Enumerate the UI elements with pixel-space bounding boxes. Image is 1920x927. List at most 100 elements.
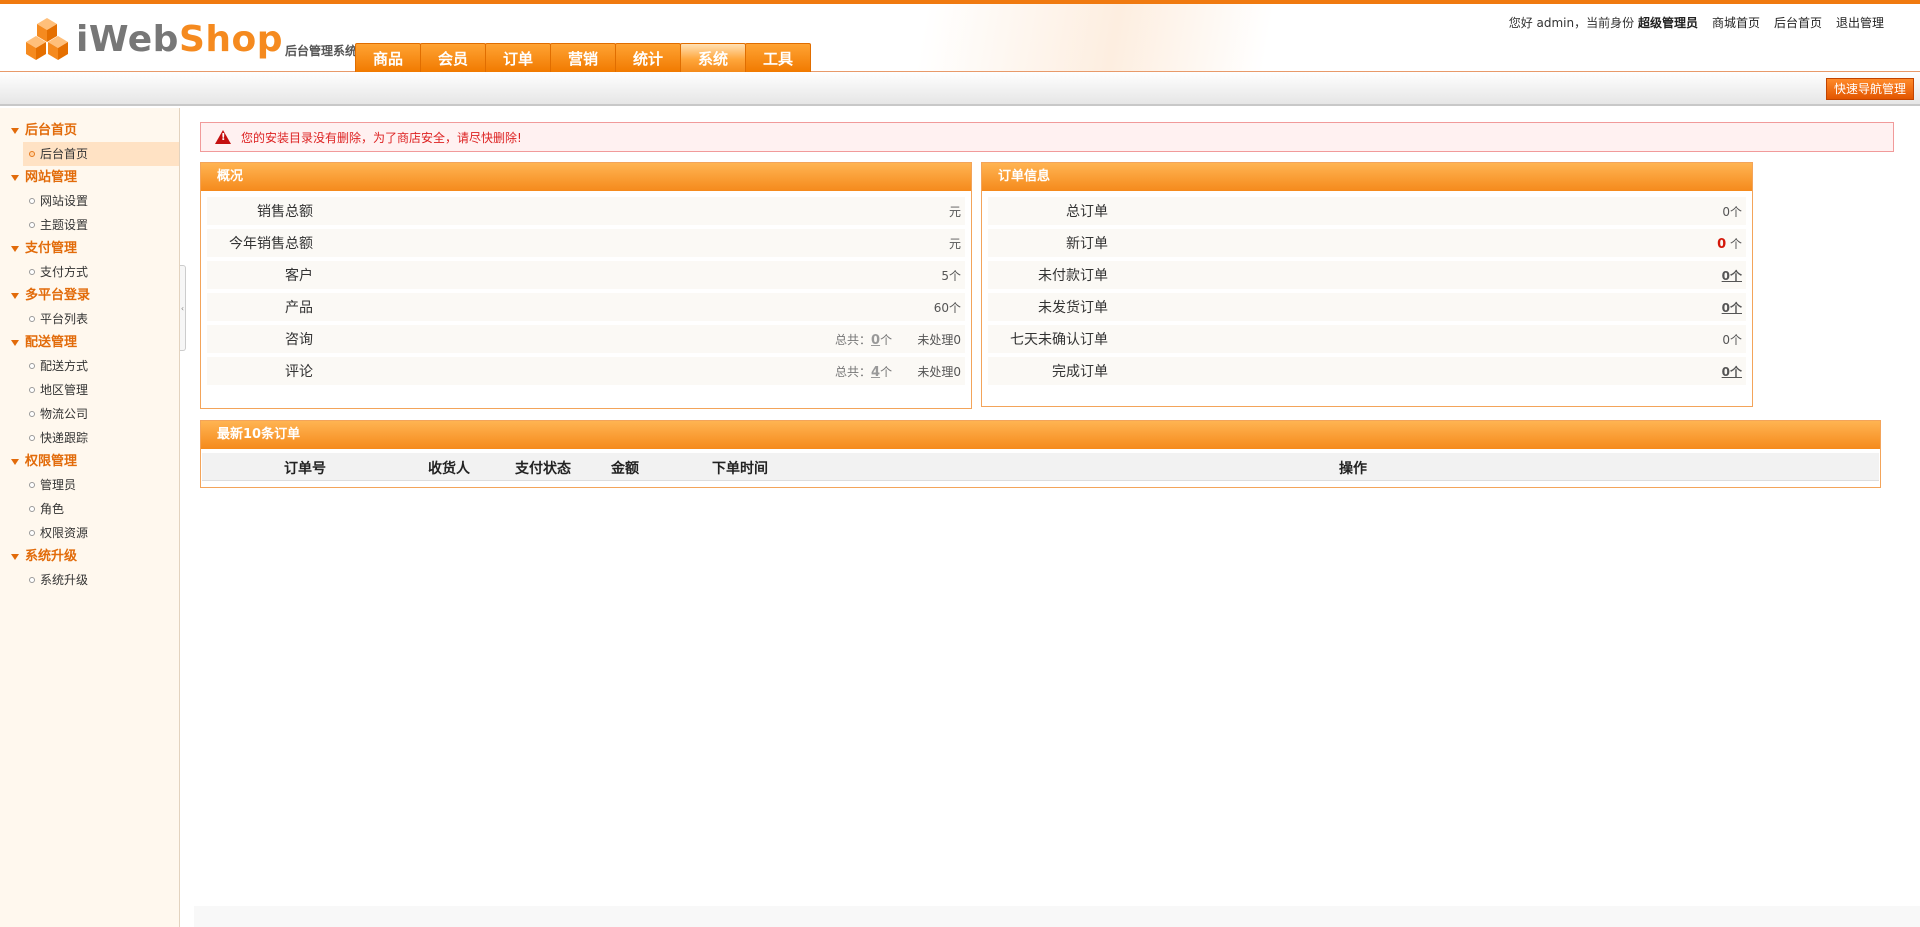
inquiry-pending: 未处理0: [917, 332, 961, 347]
bullet-icon: [29, 363, 35, 369]
sidebar-item-delivery-methods[interactable]: 配送方式: [0, 354, 179, 378]
row-label: 未发货订单: [1038, 300, 1108, 316]
sidebar-item-system-upgrade[interactable]: 系统升级: [0, 568, 179, 592]
row-value: 60个: [933, 300, 961, 315]
sidebar-item-tracking[interactable]: 快递跟踪: [0, 426, 179, 450]
sidebar-item-site-settings[interactable]: 网站设置: [0, 189, 179, 213]
expand-arrow-icon: [11, 174, 19, 181]
row-label: 未付款订单: [1038, 268, 1108, 284]
col-amount: 金额: [611, 461, 639, 477]
col-actions: 操作: [1339, 461, 1367, 477]
bullet-icon: [29, 151, 35, 157]
user-bar: 您好 admin，当前身份 超级管理员 商城首页 后台首页 退出管理: [1509, 14, 1884, 31]
sidebar-group-home[interactable]: 后台首页: [0, 119, 179, 142]
logo-subtitle: 后台管理系统: [285, 43, 358, 58]
logo[interactable]: iWebShop 后台管理系统: [24, 14, 357, 64]
sidebar-item-regions[interactable]: 地区管理: [0, 378, 179, 402]
sidebar-group-site[interactable]: 网站管理: [0, 166, 179, 189]
warning-icon: [215, 130, 231, 144]
link-logout[interactable]: 退出管理: [1836, 14, 1884, 31]
bullet-icon: [29, 316, 35, 322]
overview-panel: 概况 销售总额 元 今年销售总额 元 客户 5个 产品 60个 咨询 总共：0个…: [200, 162, 972, 409]
row-label: 新订单: [1066, 236, 1108, 252]
sidebar-group-permissions[interactable]: 权限管理: [0, 450, 179, 473]
row-value: 5个: [941, 268, 961, 283]
sidebar-item-admin-home[interactable]: 后台首页: [23, 142, 179, 166]
row-label: 今年销售总额: [229, 236, 313, 252]
expand-arrow-icon: [11, 245, 19, 252]
row-label: 销售总额: [257, 204, 313, 220]
inquiry-total-link[interactable]: 0: [871, 333, 880, 348]
user-role: 超级管理员: [1637, 16, 1698, 30]
tab-orders[interactable]: 订单: [485, 43, 551, 72]
overview-row-year-sales: 今年销售总额 元: [207, 229, 965, 257]
order-row-completed: 完成订单 0个: [988, 357, 1746, 385]
row-label: 评论: [285, 364, 313, 380]
overview-row-reviews: 评论 总共：4个 未处理0: [207, 357, 965, 385]
order-row-total: 总订单 0个: [988, 197, 1746, 225]
sidebar-item-logistics[interactable]: 物流公司: [0, 402, 179, 426]
sidebar-item-resources[interactable]: 权限资源: [0, 521, 179, 545]
order-info-title: 订单信息: [982, 163, 1752, 191]
tab-products[interactable]: 商品: [355, 43, 421, 72]
sidebar: 后台首页 后台首页 网站管理 网站设置 主题设置 支付管理 支付方式 多平台登录…: [0, 108, 180, 927]
review-total-link[interactable]: 4: [871, 365, 880, 380]
expand-arrow-icon: [11, 553, 19, 560]
expand-arrow-icon: [11, 339, 19, 346]
tab-tools[interactable]: 工具: [745, 43, 811, 72]
row-value: 元: [948, 236, 961, 251]
bullet-icon: [29, 435, 35, 441]
bullet-icon: [29, 411, 35, 417]
overview-row-products: 产品 60个: [207, 293, 965, 321]
sidebar-item-payment-methods[interactable]: 支付方式: [0, 260, 179, 284]
tab-members[interactable]: 会员: [420, 43, 486, 72]
row-label: 产品: [285, 300, 313, 316]
col-pay-status: 支付状态: [515, 461, 571, 477]
latest-orders-title: 最新10条订单: [201, 421, 1880, 449]
sidebar-item-admins[interactable]: 管理员: [0, 473, 179, 497]
row-label: 七天未确认订单: [1010, 332, 1108, 348]
overview-row-sales-total: 销售总额 元: [207, 197, 965, 225]
order-row-unshipped: 未发货订单 0个: [988, 293, 1746, 321]
sidebar-collapse-handle[interactable]: ‹: [180, 265, 186, 351]
sidebar-item-roles[interactable]: 角色: [0, 497, 179, 521]
bullet-icon: [29, 577, 35, 583]
bullet-icon: [29, 387, 35, 393]
sidebar-group-delivery[interactable]: 配送管理: [0, 331, 179, 354]
tab-statistics[interactable]: 统计: [615, 43, 681, 72]
overview-row-inquiries: 咨询 总共：0个 未处理0: [207, 325, 965, 353]
row-value: 0个: [1722, 332, 1742, 347]
sidebar-item-theme-settings[interactable]: 主题设置: [0, 213, 179, 237]
row-label: 咨询: [285, 332, 313, 348]
overview-title: 概况: [201, 163, 971, 191]
col-consignee: 收货人: [428, 461, 470, 477]
sidebar-group-payment[interactable]: 支付管理: [0, 237, 179, 260]
order-row-unconfirmed: 七天未确认订单 0个: [988, 325, 1746, 353]
unshipped-orders-link[interactable]: 0个: [1722, 299, 1742, 316]
unpaid-orders-link[interactable]: 0个: [1722, 267, 1742, 284]
content-frame-bottom: [194, 906, 1920, 927]
order-info-panel: 订单信息 总订单 0个 新订单 0 个 未付款订单 0个 未发货订单 0个 七天…: [981, 162, 1753, 407]
row-value: 元: [948, 204, 961, 219]
orders-table-header: 订单号 收货人 支付状态 金额 下单时间 操作: [202, 453, 1879, 481]
review-total: 总共：4个: [835, 364, 893, 380]
expand-arrow-icon: [11, 292, 19, 299]
tab-system[interactable]: 系统: [680, 43, 746, 72]
tab-marketing[interactable]: 营销: [550, 43, 616, 72]
header: iWebShop 后台管理系统 商品 会员 订单 营销 统计 系统 工具 您好 …: [0, 0, 1920, 72]
row-value: 0 个: [1717, 236, 1742, 252]
sidebar-group-upgrade[interactable]: 系统升级: [0, 545, 179, 568]
latest-orders-panel: 最新10条订单 订单号 收货人 支付状态 金额 下单时间 操作: [200, 420, 1881, 488]
link-admin-home[interactable]: 后台首页: [1774, 14, 1822, 31]
expand-arrow-icon: [11, 127, 19, 134]
row-value: 0个: [1722, 204, 1742, 219]
sidebar-group-oauth[interactable]: 多平台登录: [0, 284, 179, 307]
main-content: 您的安装目录没有删除，为了商店安全，请尽快删除! 概况 销售总额 元 今年销售总…: [194, 108, 1908, 908]
quick-nav-button[interactable]: 快速导航管理: [1825, 78, 1914, 100]
bullet-icon: [29, 198, 35, 204]
sidebar-item-platform-list[interactable]: 平台列表: [0, 307, 179, 331]
completed-orders-link[interactable]: 0个: [1722, 363, 1742, 380]
link-shop-home[interactable]: 商城首页: [1712, 14, 1760, 31]
sub-toolbar: 快速导航管理: [0, 72, 1920, 106]
row-label: 客户: [285, 268, 313, 284]
